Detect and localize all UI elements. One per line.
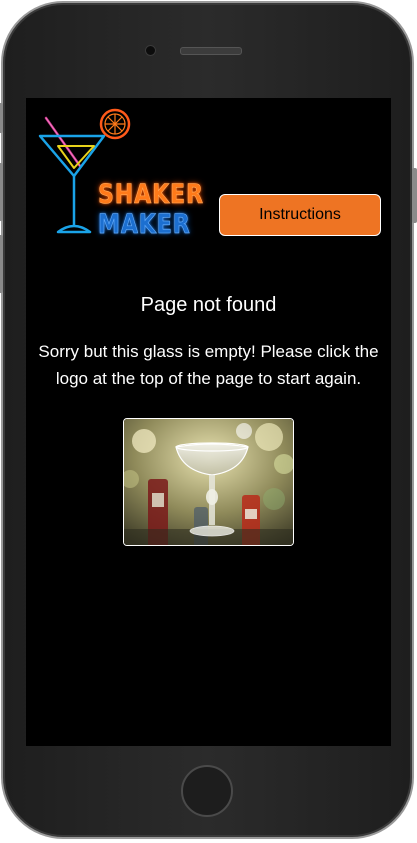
coupe-glass-photo xyxy=(124,419,293,545)
error-message: Sorry but this glass is empty! Please cl… xyxy=(38,342,379,388)
power-button xyxy=(412,168,417,223)
page-title: Page not found xyxy=(140,294,277,316)
volume-down-button xyxy=(0,235,3,293)
instructions-button[interactable]: Instructions xyxy=(219,194,381,236)
volume-up-button xyxy=(0,163,3,221)
logo-link[interactable]: SHAKER MAKER xyxy=(36,106,203,246)
home-button[interactable] xyxy=(181,765,233,817)
phone-frame: SHAKER MAKER Instructions Page not found… xyxy=(0,1,417,839)
logo-text-shaker: SHAKER xyxy=(98,179,204,210)
logo-text-maker: MAKER xyxy=(98,209,191,240)
earpiece-speaker xyxy=(180,47,242,55)
empty-glass-photo xyxy=(123,418,294,546)
screen: SHAKER MAKER Instructions Page not found… xyxy=(26,98,391,746)
front-camera xyxy=(145,45,156,56)
silent-switch xyxy=(0,103,3,133)
